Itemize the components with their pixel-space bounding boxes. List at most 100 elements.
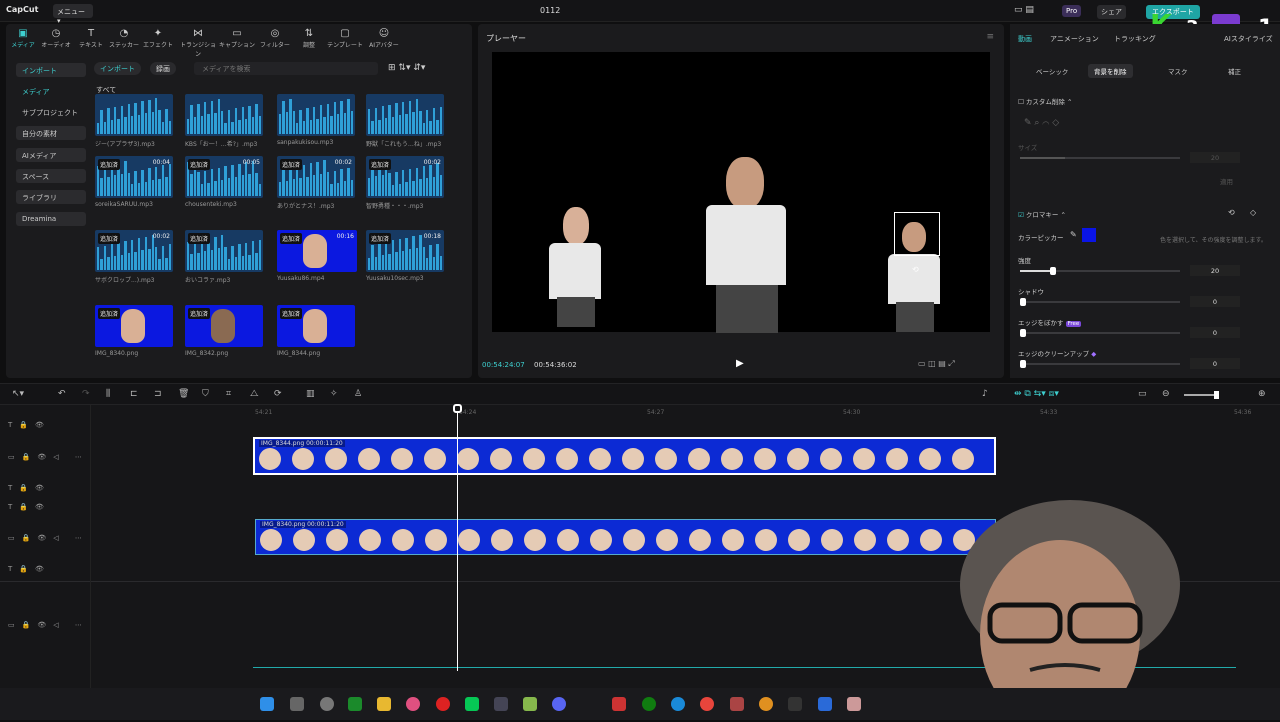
app-icon[interactable] <box>494 697 508 711</box>
play-button[interactable]: ▶ <box>736 358 744 369</box>
capcut-icon[interactable] <box>788 697 802 711</box>
zoom-in-icon[interactable]: ⊕ <box>1258 389 1266 399</box>
split-right-icon[interactable]: ⊐ <box>154 389 162 399</box>
size-value[interactable]: 20 <box>1190 152 1240 163</box>
tab-audio[interactable]: ◷ オーディオ <box>39 28 73 49</box>
magic-icon[interactable]: ✧ <box>330 389 338 399</box>
subtab-remove-bg[interactable]: 背景を削除 <box>1088 64 1133 78</box>
chroma-color-swatch[interactable] <box>1082 228 1096 242</box>
shield-icon[interactable]: ⛉ <box>202 389 209 399</box>
tab-sticker[interactable]: ◔ ステッカー <box>107 28 141 49</box>
edge-feather-value[interactable]: 0 <box>1190 327 1240 338</box>
rotate-icon[interactable]: ⟳ <box>274 389 282 399</box>
zoom-out-icon[interactable]: ⊖ <box>1162 389 1170 399</box>
media-thumbnail[interactable]: 追加済 00:02 <box>95 230 173 272</box>
mic-icon[interactable]: ♪ <box>982 389 988 399</box>
edge-feather-slider[interactable] <box>1020 329 1180 337</box>
tab-ai-avatar[interactable]: ☺ AIアバター <box>366 28 402 49</box>
record-icon[interactable] <box>436 697 450 711</box>
media-thumbnail[interactable]: 追加済 00:02 <box>277 156 355 198</box>
media-thumbnail[interactable]: 追加済 <box>185 230 263 272</box>
delete-icon[interactable]: 🗑 <box>178 389 189 399</box>
subtab-mask[interactable]: マスク <box>1162 64 1194 78</box>
tab-adjust[interactable]: ⇅ 調整 <box>292 28 326 49</box>
tab-filter[interactable]: ◎ フィルター <box>258 28 292 49</box>
edge-cleanup-slider[interactable] <box>1020 360 1180 368</box>
tab-ai-stylize[interactable]: AIスタイライズ <box>1224 34 1273 44</box>
mirror-icon[interactable]: ⧍ <box>250 389 258 399</box>
app-icon[interactable] <box>847 697 861 711</box>
pro-button[interactable]: Pro <box>1062 5 1082 17</box>
preview-screen[interactable]: ⟲ <box>492 52 990 333</box>
link-icons[interactable]: ⇹ ⧉ ⇆▾ ⧈▾ <box>1014 389 1059 399</box>
media-thumbnail[interactable]: 追加済 00:04 <box>95 156 173 198</box>
media-thumbnail[interactable] <box>95 94 173 136</box>
sidebar-item-dreamina[interactable]: Dreamina <box>16 212 86 226</box>
tab-transition[interactable]: ⋈ トランジション <box>178 28 218 58</box>
app-icon[interactable] <box>523 697 537 711</box>
media-search-input[interactable]: メディアを検索 <box>194 62 378 75</box>
frame-icon[interactable]: ▥ <box>306 389 315 399</box>
media-thumbnail[interactable]: 追加済 00:18 <box>366 230 444 272</box>
keyframe-icon[interactable]: ◇ <box>1250 208 1256 217</box>
media-thumbnail[interactable]: 追加済 <box>185 305 263 347</box>
media-thumbnail[interactable] <box>277 94 355 136</box>
track-controls[interactable]: T🔒👁 <box>8 503 51 511</box>
eyedropper-icon[interactable]: ✎ <box>1070 230 1077 239</box>
crop-icon[interactable]: ⌗ <box>226 389 231 399</box>
sidebar-item-space[interactable]: スペース <box>16 169 86 183</box>
undo-icon[interactable]: ↶ <box>58 389 66 399</box>
tab-tracking[interactable]: トラッキング <box>1114 34 1156 44</box>
tab-media[interactable]: ▣ メディア <box>6 28 40 49</box>
zoom-slider[interactable] <box>1184 391 1219 399</box>
timeline-clip[interactable]: IMG_8340.png 00:00:11:20 <box>255 519 996 555</box>
layout-icon[interactable]: ▭ ▤ <box>1014 5 1034 15</box>
app-icon[interactable] <box>612 697 626 711</box>
timeline-clip[interactable]: IMG_8344.png 00:00:11:20 <box>253 437 996 475</box>
tab-animation[interactable]: アニメーション <box>1050 34 1099 44</box>
size-slider[interactable] <box>1020 157 1180 159</box>
redo-icon[interactable]: ↷ <box>82 389 90 399</box>
app-icon[interactable] <box>759 697 773 711</box>
media-thumbnail[interactable] <box>366 94 444 136</box>
media-thumbnail[interactable]: 追加済 <box>277 305 355 347</box>
line-icon[interactable] <box>465 697 479 711</box>
strength-slider[interactable] <box>1020 267 1180 275</box>
track-controls[interactable]: ▭🔒👁◁ ⋯ <box>8 621 89 629</box>
app-icon[interactable] <box>818 697 832 711</box>
split-icon[interactable]: ⫼ <box>106 389 110 399</box>
chrome-icon[interactable] <box>700 697 714 711</box>
subtab-basic[interactable]: ベーシック <box>1030 64 1074 78</box>
shadow-slider[interactable] <box>1020 298 1180 306</box>
sidebar-item-media[interactable]: メディア <box>16 84 86 98</box>
media-thumbnail[interactable]: 追加済 00:02 <box>366 156 444 198</box>
track-controls[interactable]: ▭🔒👁◁ ⋯ <box>8 453 89 461</box>
app-icon[interactable] <box>320 697 334 711</box>
person-icon[interactable]: ♙ <box>354 389 362 399</box>
subtab-correction[interactable]: 補正 <box>1222 64 1247 78</box>
tab-text[interactable]: T テキスト <box>74 28 108 49</box>
selection-box[interactable] <box>894 212 940 256</box>
reset-icon[interactable]: ⟲ <box>1228 208 1235 217</box>
record-button[interactable]: 録画 <box>150 62 176 75</box>
windows-start-icon[interactable] <box>260 697 274 711</box>
tab-caption[interactable]: ▭ キャプション <box>219 28 255 49</box>
sidebar-item-my-assets[interactable]: 自分の素材 <box>16 126 86 140</box>
media-thumbnail[interactable]: 追加済 00:05 <box>185 156 263 198</box>
grid-view-icon[interactable]: ⊞ ⇅▾ ⇵▾ <box>388 63 425 73</box>
preview-axis-icon[interactable]: ▭ <box>1138 389 1147 399</box>
tab-video[interactable]: 動画 <box>1018 34 1032 44</box>
sidebar-item-import[interactable]: インポート <box>16 63 86 77</box>
nvidia-icon[interactable] <box>348 697 362 711</box>
media-thumbnail[interactable]: 追加済 <box>95 305 173 347</box>
app-icon[interactable] <box>730 697 744 711</box>
import-button[interactable]: インポート <box>94 62 141 75</box>
sidebar-item-library[interactable]: ライブラリ <box>16 190 86 204</box>
split-left-icon[interactable]: ⊏ <box>130 389 138 399</box>
player-controls-icons[interactable]: ▭ ◫ ▤ ⤢ <box>918 359 955 369</box>
select-tool-icon[interactable]: ↖▾ <box>12 389 24 399</box>
app-icon[interactable] <box>406 697 420 711</box>
folder-icon[interactable] <box>377 697 391 711</box>
discord-icon[interactable] <box>552 697 566 711</box>
track-controls[interactable]: T🔒👁 <box>8 421 51 429</box>
